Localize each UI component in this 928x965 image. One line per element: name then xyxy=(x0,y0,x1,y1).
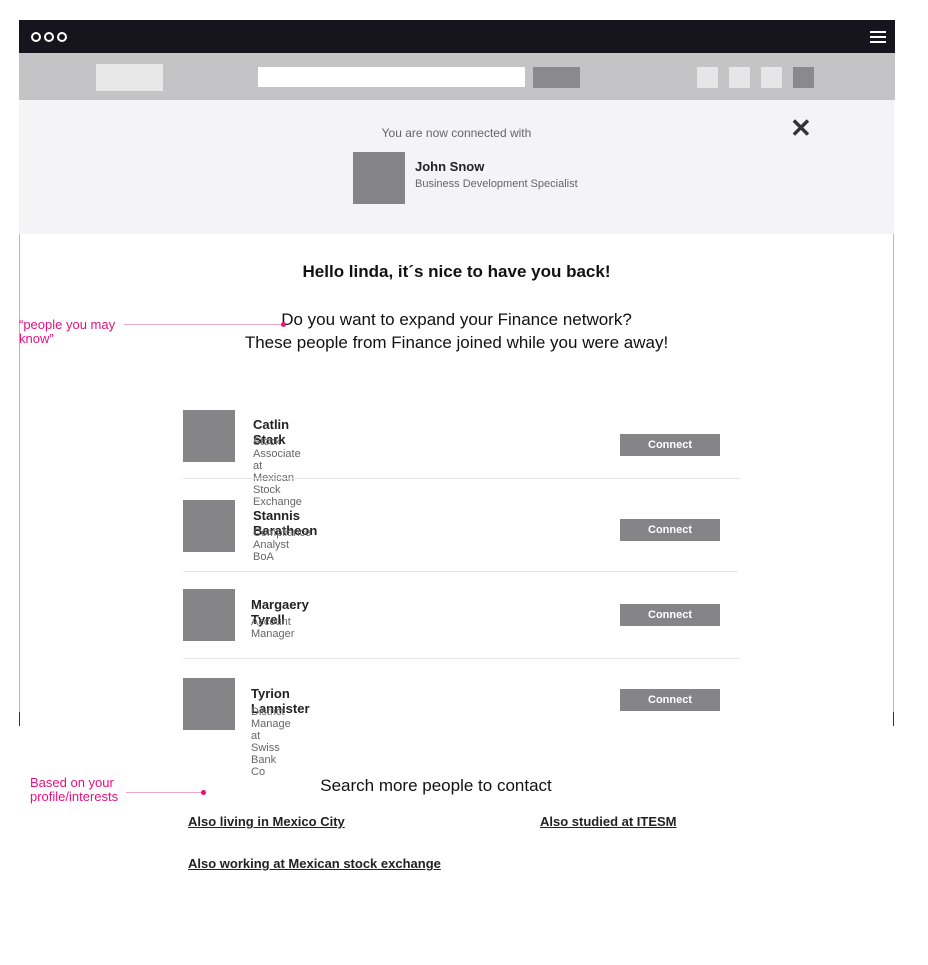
contact-title: Business Development Specialist xyxy=(415,178,578,190)
avatar xyxy=(183,500,235,552)
person-title: Compliance Analyst BoA xyxy=(253,527,312,563)
window-dots-icon xyxy=(31,32,67,42)
top-toolbar xyxy=(19,53,895,100)
connect-button[interactable]: Connect xyxy=(620,689,720,711)
connection-notice: You are now connected with ✕ John Snow B… xyxy=(19,100,894,234)
person-title: District Manage at Swiss Bank Co xyxy=(251,706,291,778)
avatar xyxy=(353,152,405,204)
avatar xyxy=(183,678,235,730)
person-title: Account Manager xyxy=(251,616,295,640)
question-line-1: Do you want to expand your Finance netwo… xyxy=(281,310,632,329)
divider xyxy=(183,571,738,572)
connect-button[interactable]: Connect xyxy=(620,434,720,456)
person-title: Stock Associate at Mexican Stock Exchang… xyxy=(253,436,302,508)
question-line-2: These people from Finance joined while y… xyxy=(244,333,669,352)
avatar xyxy=(183,589,235,641)
nav-icon-3[interactable] xyxy=(761,67,782,88)
divider xyxy=(183,658,740,659)
link-working-mexican-stock-exchange[interactable]: Also working at Mexican stock exchange xyxy=(188,856,441,871)
nav-icon-4[interactable] xyxy=(793,67,814,88)
connect-button[interactable]: Connect xyxy=(620,604,720,626)
link-living-mexico-city[interactable]: Also living in Mexico City xyxy=(188,814,345,829)
avatar xyxy=(183,410,235,462)
hamburger-icon[interactable] xyxy=(870,31,886,43)
logo-placeholder[interactable] xyxy=(96,64,163,91)
annotation-line xyxy=(124,324,282,325)
search-more-heading: Search more people to contact xyxy=(320,776,552,795)
frame-right-cap xyxy=(893,712,894,726)
link-studied-itesm[interactable]: Also studied at ITESM xyxy=(540,814,677,829)
greeting-heading: Hello linda, it´s nice to have you back! xyxy=(302,262,611,281)
search-input[interactable] xyxy=(258,67,525,87)
notice-text: You are now connected with xyxy=(381,126,532,140)
annotation-people-note: “people you may know” xyxy=(19,317,116,346)
connect-button[interactable]: Connect xyxy=(620,519,720,541)
annotation-dot xyxy=(281,322,286,327)
frame-left-cap xyxy=(19,712,20,726)
close-icon[interactable]: ✕ xyxy=(790,115,812,141)
contact-name: John Snow xyxy=(415,159,485,174)
search-button[interactable] xyxy=(533,67,580,88)
nav-icon-2[interactable] xyxy=(729,67,750,88)
window-titlebar xyxy=(19,20,895,53)
divider xyxy=(183,478,740,479)
nav-icon-1[interactable] xyxy=(697,67,718,88)
network-question: Do you want to expand your Finance netwo… xyxy=(19,308,894,354)
